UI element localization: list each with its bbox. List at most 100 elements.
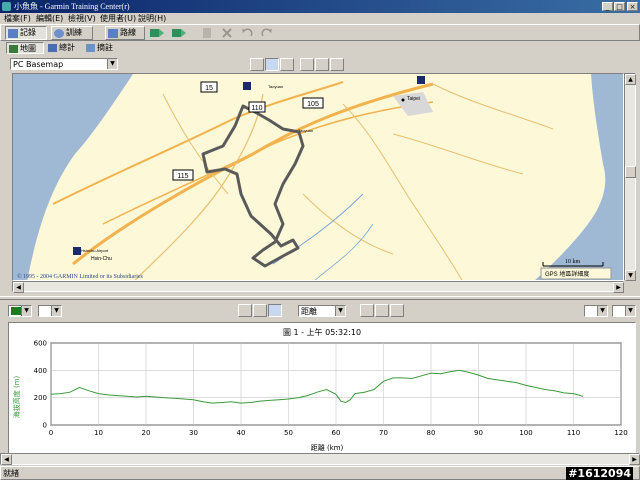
zoom-out-icon[interactable] bbox=[315, 58, 329, 71]
chart-grid bbox=[50, 342, 622, 426]
training-button[interactable]: 訓練 bbox=[51, 26, 93, 40]
map-toolbar: PC Basemap ▼ bbox=[0, 56, 640, 73]
map-vertical-scrollbar[interactable]: ▲ ▼ bbox=[624, 73, 636, 281]
graph-tool-icon[interactable] bbox=[268, 304, 282, 317]
scroll-right-icon[interactable]: ▶ bbox=[629, 454, 640, 465]
elevation-toolbar: ▼ ▼ 距離 ▼ ▼ ▼ bbox=[0, 302, 640, 320]
training-icon bbox=[54, 29, 64, 38]
map-view[interactable]: 15 105 115 110 Taipei Taoyuan Taoyuan Hs… bbox=[12, 73, 624, 281]
x-tick-label: 40 bbox=[237, 429, 246, 437]
tab-stats-label: 總計 bbox=[59, 43, 75, 52]
y-tick-label: 600 bbox=[34, 340, 47, 348]
route-label-15: 15 bbox=[205, 85, 213, 92]
dropdown-arrow-icon: ▼ bbox=[107, 59, 117, 69]
x-tick-label: 0 bbox=[49, 429, 53, 437]
route-label-115: 115 bbox=[177, 173, 188, 180]
elevation-series-line bbox=[50, 369, 584, 404]
scroll-down-icon[interactable]: ▼ bbox=[625, 270, 636, 281]
y-tick-label: 200 bbox=[34, 394, 47, 402]
status-text: 就緒 bbox=[3, 469, 19, 478]
x-axis-mode-select[interactable]: 距離 ▼ bbox=[298, 305, 346, 317]
flag-tool-icon[interactable] bbox=[280, 58, 294, 71]
label-town: Taoyuan bbox=[298, 128, 313, 133]
pane-splitter[interactable] bbox=[0, 296, 640, 300]
map-scale: 10 km bbox=[565, 259, 581, 265]
scroll-right-icon[interactable]: ▶ bbox=[613, 282, 624, 293]
scroll-up-icon[interactable]: ▲ bbox=[625, 74, 636, 85]
map-horizontal-scrollbar[interactable]: ◀ ▶ bbox=[12, 281, 624, 293]
tab-stats[interactable]: 總計 bbox=[46, 42, 84, 54]
color-swatch bbox=[11, 307, 21, 315]
history-button[interactable]: 記錄 bbox=[5, 26, 47, 40]
dropdown-arrow-icon: ▼ bbox=[625, 306, 635, 316]
chart-horizontal-scrollbar[interactable]: ◀ ▶ bbox=[0, 453, 640, 465]
chart-x-label: 距離 (km) bbox=[311, 443, 344, 452]
redo-icon[interactable] bbox=[259, 27, 275, 39]
dropdown-arrow-icon: ▼ bbox=[21, 306, 31, 316]
minimize-button[interactable]: _ bbox=[602, 2, 613, 11]
label-taipei: Taipei bbox=[407, 96, 420, 102]
notes-icon bbox=[86, 44, 95, 52]
tab-summary-label: 摘註 bbox=[97, 43, 113, 52]
range-tool-icon[interactable] bbox=[253, 304, 267, 317]
color-select[interactable]: ▼ bbox=[8, 305, 32, 317]
x-tick-label: 70 bbox=[379, 429, 388, 437]
tab-map[interactable]: 地圖 bbox=[6, 42, 44, 54]
label-airport: Hsinchu Airport bbox=[81, 248, 109, 253]
elevation-chart[interactable]: 圖 1 - 上午 05:32:10 距離 (km) 海拔高度 (m) 0 10 20… bbox=[8, 322, 636, 454]
maximize-button[interactable]: □ bbox=[614, 2, 625, 11]
scroll-thumb[interactable] bbox=[625, 166, 636, 178]
x-tick-label: 20 bbox=[142, 429, 151, 437]
basemap-select[interactable]: PC Basemap ▼ bbox=[10, 58, 118, 70]
map-canvas[interactable]: 15 105 115 110 Taipei Taoyuan Taoyuan Hs… bbox=[13, 74, 624, 281]
pan-tool-icon[interactable] bbox=[250, 58, 264, 71]
map-copyright: © 1995 - 2004 GARMIN Limited or its Subs… bbox=[17, 273, 144, 280]
routes-button[interactable]: 路線 bbox=[105, 26, 145, 40]
route-label-110: 110 bbox=[251, 105, 262, 112]
x-tick-label: 30 bbox=[189, 429, 198, 437]
right-select-2[interactable]: ▼ bbox=[612, 305, 636, 317]
graph-zoom-fit-icon[interactable] bbox=[390, 304, 404, 317]
history-icon bbox=[8, 29, 18, 38]
chart-y-label: 海拔高度 (m) bbox=[12, 375, 21, 418]
undo-icon[interactable] bbox=[239, 27, 255, 39]
x-tick-label: 60 bbox=[332, 429, 341, 437]
x-tick-label: 10 bbox=[94, 429, 103, 437]
line-style-select[interactable]: ▼ bbox=[38, 305, 62, 317]
crosshair-tool-icon[interactable] bbox=[238, 304, 252, 317]
close-button[interactable]: × bbox=[627, 2, 638, 11]
routes-label: 路線 bbox=[120, 28, 136, 37]
menu-user[interactable]: 使用者(U) bbox=[100, 13, 136, 24]
status-bar: 就緒 #1612094 bbox=[0, 466, 640, 480]
watermark-code: #1612094 bbox=[566, 467, 633, 480]
menu-view[interactable]: 檢視(V) bbox=[68, 13, 96, 24]
x-tick-label: 120 bbox=[614, 429, 627, 437]
scroll-left-icon[interactable]: ◀ bbox=[1, 454, 12, 465]
x-tick-label: 90 bbox=[474, 429, 483, 437]
view-tabs: 地圖 總計 摘註 bbox=[0, 41, 640, 55]
import-icon[interactable] bbox=[149, 27, 165, 39]
dropdown-arrow-icon: ▼ bbox=[597, 306, 607, 316]
menu-file[interactable]: 檔案(F) bbox=[4, 13, 31, 24]
gps-detail-label: GPS 地區詳細度 bbox=[545, 270, 589, 278]
y-tick-label: 400 bbox=[34, 367, 47, 375]
menu-help[interactable]: 說明(H) bbox=[138, 13, 166, 24]
zoom-fit-icon[interactable] bbox=[330, 58, 344, 71]
delete-icon[interactable] bbox=[219, 27, 235, 39]
app-icon bbox=[2, 2, 11, 11]
table-icon bbox=[48, 44, 57, 52]
y-tick-label: 0 bbox=[43, 422, 47, 430]
graph-zoom-in-icon[interactable] bbox=[360, 304, 374, 317]
x-tick-label: 100 bbox=[519, 429, 532, 437]
menu-bar: 檔案(F) 編輯(E) 檢視(V) 使用者(U) 說明(H) bbox=[0, 13, 640, 24]
scroll-left-icon[interactable]: ◀ bbox=[13, 282, 24, 293]
zoom-in-icon[interactable] bbox=[300, 58, 314, 71]
export-icon[interactable] bbox=[171, 27, 187, 39]
copy-icon[interactable] bbox=[199, 27, 215, 39]
graph-zoom-out-icon[interactable] bbox=[375, 304, 389, 317]
tab-summary[interactable]: 摘註 bbox=[84, 42, 122, 54]
menu-edit[interactable]: 編輯(E) bbox=[36, 13, 63, 24]
right-select-1[interactable]: ▼ bbox=[584, 305, 608, 317]
select-tool-icon[interactable] bbox=[265, 58, 279, 71]
x-tick-label: 80 bbox=[427, 429, 436, 437]
